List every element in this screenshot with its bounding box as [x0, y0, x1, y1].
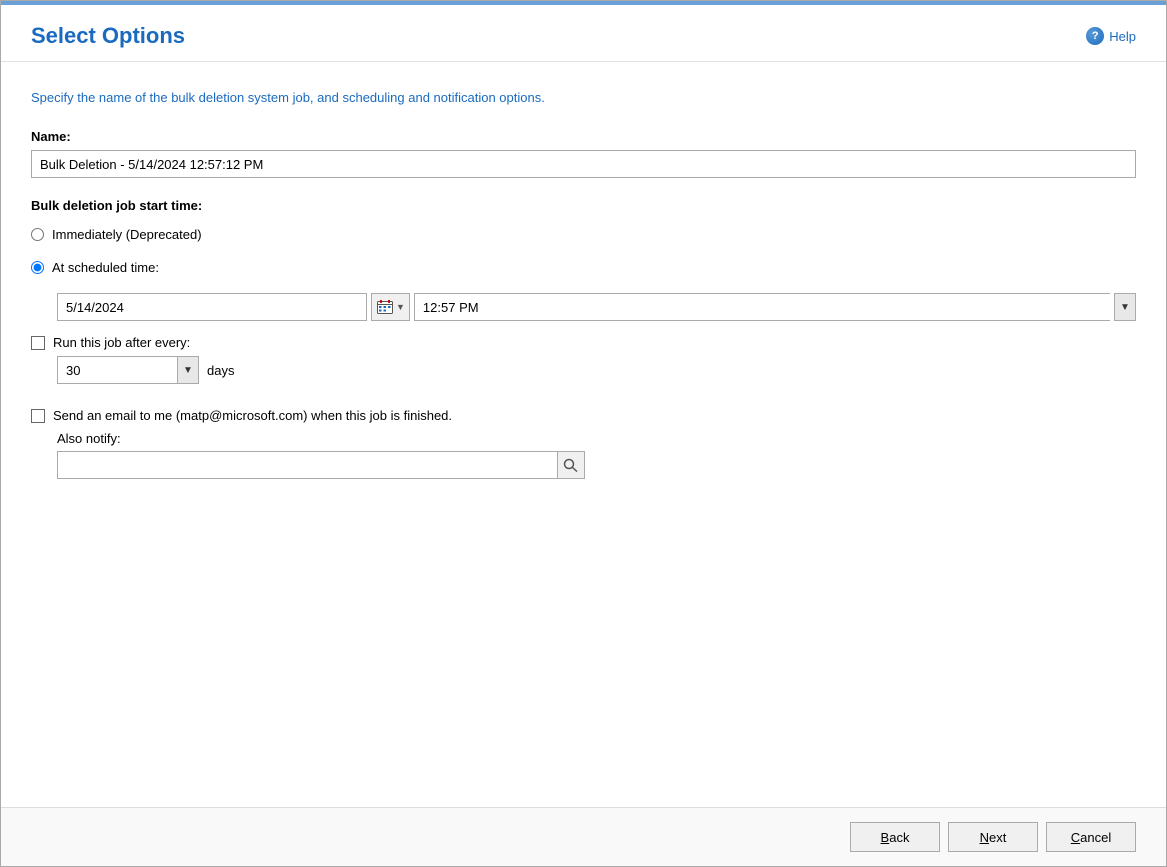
help-icon: ?: [1086, 27, 1104, 45]
calendar-dropdown-arrow: ▼: [396, 302, 405, 312]
cancel-button[interactable]: Cancel: [1046, 822, 1136, 852]
content-area: Specify the name of the bulk deletion sy…: [1, 62, 1166, 807]
run-after-checkbox[interactable]: [31, 336, 45, 350]
dialog-window: Select Options ? Help Specify the name o…: [0, 0, 1167, 867]
scheduled-inputs-row: ▼ ▼: [57, 293, 1136, 321]
footer: Back Next Cancel: [1, 807, 1166, 866]
back-button[interactable]: Back: [850, 822, 940, 852]
run-after-row: Run this job after every:: [31, 335, 1136, 350]
cancel-label: Cancel: [1071, 830, 1111, 845]
interval-row: ▼ days: [57, 356, 1136, 384]
page-title: Select Options: [31, 23, 185, 49]
help-label: Help: [1109, 29, 1136, 44]
immediately-label[interactable]: Immediately (Deprecated): [52, 227, 202, 242]
lookup-button[interactable]: [557, 451, 585, 479]
also-notify-label: Also notify:: [57, 431, 1136, 446]
interval-input[interactable]: [57, 356, 177, 384]
calendar-button[interactable]: ▼: [371, 293, 410, 321]
email-checkbox[interactable]: [31, 409, 45, 423]
scheduled-radio[interactable]: [31, 261, 44, 274]
time-chevron-icon: ▼: [1120, 302, 1130, 313]
lookup-icon: [563, 458, 579, 472]
scheduled-label[interactable]: At scheduled time:: [52, 260, 159, 275]
interval-dropdown-button[interactable]: ▼: [177, 356, 199, 384]
next-label: Next: [980, 830, 1007, 845]
scheduled-option: At scheduled time:: [31, 260, 1136, 275]
start-time-label: Bulk deletion job start time:: [31, 198, 1136, 213]
also-notify-input[interactable]: [57, 451, 557, 479]
time-input[interactable]: [414, 293, 1110, 321]
interval-chevron-icon: ▼: [183, 365, 193, 376]
calendar-icon: [376, 299, 394, 315]
start-time-section: Bulk deletion job start time: Immediatel…: [31, 198, 1136, 384]
run-after-label: Run this job after every:: [53, 335, 190, 350]
name-input[interactable]: [31, 150, 1136, 178]
also-notify-row: [57, 451, 1136, 479]
time-dropdown-button[interactable]: ▼: [1114, 293, 1136, 321]
name-label: Name:: [31, 129, 1136, 144]
email-label: Send an email to me (matp@microsoft.com)…: [53, 408, 452, 423]
email-row: Send an email to me (matp@microsoft.com)…: [31, 408, 1136, 423]
next-button[interactable]: Next: [948, 822, 1038, 852]
description-text: Specify the name of the bulk deletion sy…: [31, 90, 1136, 105]
help-link[interactable]: ? Help: [1086, 27, 1136, 45]
immediately-radio[interactable]: [31, 228, 44, 241]
email-section: Send an email to me (matp@microsoft.com)…: [31, 408, 1136, 479]
name-section: Name:: [31, 129, 1136, 178]
immediately-option: Immediately (Deprecated): [31, 227, 1136, 242]
header: Select Options ? Help: [1, 5, 1166, 62]
date-input[interactable]: [57, 293, 367, 321]
back-label: Back: [881, 830, 910, 845]
days-label: days: [207, 363, 234, 378]
